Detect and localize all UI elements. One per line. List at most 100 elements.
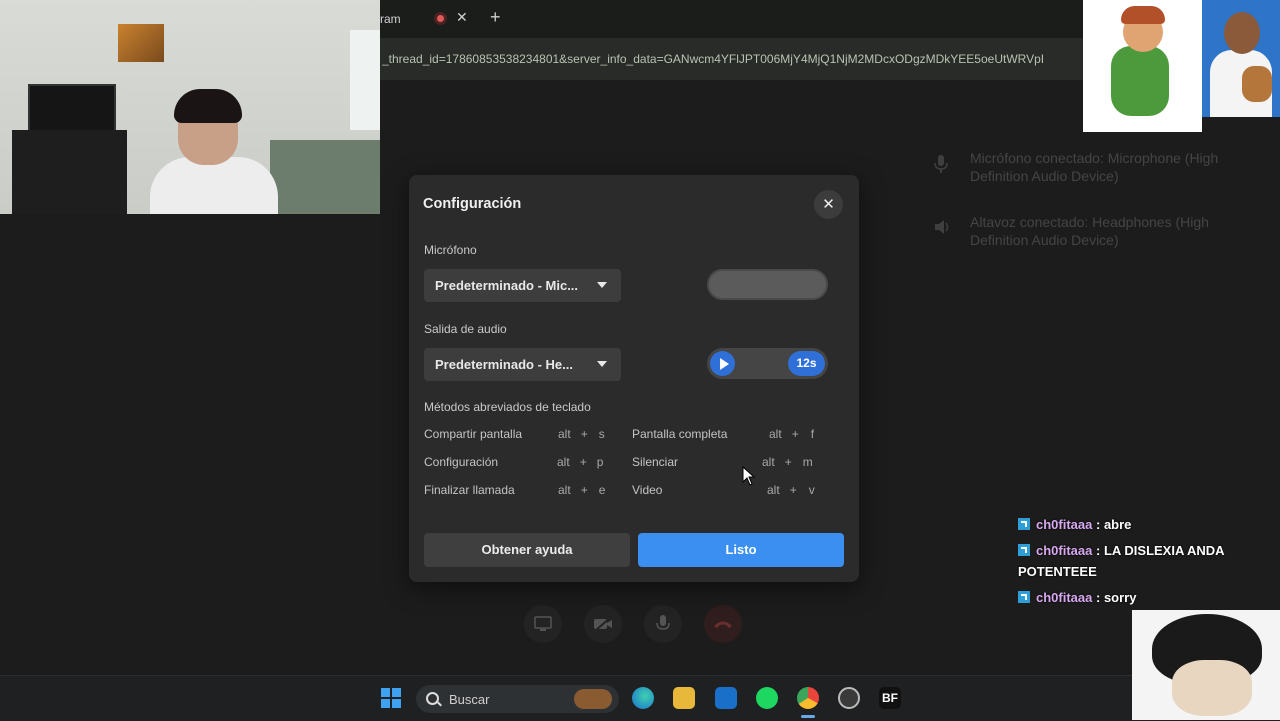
- webcam-person: [150, 89, 280, 214]
- key-char: m: [802, 455, 813, 469]
- key-mod: alt: [769, 427, 782, 441]
- close-icon[interactable]: ✕: [814, 190, 843, 219]
- chat-message: ch0fitaaa : LA DISLEXIA ANDA POTENTEEE: [1018, 540, 1258, 582]
- url-text[interactable]: _thread_id=17860853538234801&server_info…: [382, 52, 1082, 66]
- chrome-icon[interactable]: [797, 687, 819, 709]
- taskbar: Buscar BF: [0, 675, 1280, 721]
- outlook-icon[interactable]: [715, 687, 737, 709]
- chat-separator: :: [1092, 517, 1104, 532]
- chat-badge-icon: [1018, 518, 1030, 530]
- search-icon: [426, 692, 439, 705]
- shortcut-keys: alt + p: [557, 455, 603, 469]
- file-explorer-icon[interactable]: [673, 687, 695, 709]
- start-button[interactable]: [381, 688, 401, 708]
- bf-app-icon[interactable]: BF: [879, 687, 901, 709]
- chat-username: ch0fitaaa: [1036, 590, 1093, 605]
- obs-icon[interactable]: [838, 687, 860, 709]
- key-char: v: [808, 483, 815, 497]
- shortcut-keys: alt + s: [558, 427, 605, 441]
- shortcut-label: Silenciar: [632, 455, 679, 469]
- chat-message: ch0fitaaa : abre: [1018, 514, 1258, 535]
- edge-icon[interactable]: [632, 687, 654, 709]
- shortcut-keys: alt + e: [558, 483, 605, 497]
- key-plus: +: [579, 455, 587, 469]
- notification-speaker-text: Altavoz conectado: Headphones (High Defi…: [970, 214, 1209, 248]
- mic-level-meter: [707, 269, 828, 300]
- webcam-bed: [270, 140, 380, 214]
- shortcut-label: Pantalla completa: [632, 427, 728, 441]
- chat-separator: :: [1092, 543, 1104, 558]
- mic-select[interactable]: Predeterminado - Mic...: [424, 269, 621, 302]
- mic-select-value: Predeterminado - Mic...: [435, 278, 579, 293]
- key-char: s: [598, 427, 605, 441]
- browser-tabbar: ram ✕ +: [380, 0, 1083, 38]
- mic-section-label: Micrófono: [424, 243, 477, 257]
- sticker-hunchback: [1083, 0, 1202, 132]
- mute-button[interactable]: [644, 605, 682, 643]
- shortcut-label: Compartir pantalla: [424, 427, 523, 441]
- address-bar[interactable]: _thread_id=17860853538234801&server_info…: [380, 38, 1083, 80]
- notification-speaker: Altavoz conectado: Headphones (High Defi…: [916, 213, 1256, 249]
- new-tab-button[interactable]: +: [490, 7, 501, 28]
- microphone-button-icon: [656, 615, 670, 630]
- key-plus: +: [789, 483, 797, 497]
- shortcut-keys: alt + f: [769, 427, 814, 441]
- key-mod: alt: [558, 483, 571, 497]
- mouse-cursor-icon: [742, 466, 756, 486]
- chat-message: ch0fitaaa : sorry: [1018, 587, 1258, 608]
- key-plus: +: [580, 483, 588, 497]
- play-button[interactable]: [710, 351, 735, 376]
- output-section-label: Salida de audio: [424, 322, 507, 336]
- camera-off-button[interactable]: [584, 605, 622, 643]
- shortcuts-section-label: Métodos abreviados de teclado: [424, 400, 591, 414]
- taskbar-search[interactable]: Buscar: [416, 685, 619, 713]
- spotify-icon[interactable]: [756, 687, 778, 709]
- chat-badge-icon: [1018, 591, 1030, 603]
- done-button[interactable]: Listo: [638, 533, 844, 567]
- end-call-button[interactable]: [704, 605, 742, 643]
- output-select-value: Predeterminado - He...: [435, 357, 573, 372]
- output-select[interactable]: Predeterminado - He...: [424, 348, 621, 381]
- chat-separator: :: [1092, 590, 1104, 605]
- active-app-indicator: [801, 715, 815, 718]
- shortcut-keys: alt + m: [762, 455, 813, 469]
- sticker-doctor: [1202, 0, 1280, 117]
- play-icon: [720, 358, 729, 370]
- key-char: e: [598, 483, 606, 497]
- webcam-furniture: [12, 130, 127, 214]
- key-mod: alt: [558, 427, 571, 441]
- chevron-down-icon: [597, 361, 607, 367]
- speaker-icon: [934, 219, 952, 237]
- test-duration: 12s: [788, 351, 825, 376]
- notification-mic: Micrófono conectado: Microphone (High De…: [916, 149, 1256, 185]
- sticker-character: [1132, 610, 1280, 720]
- end-call-icon: [714, 621, 732, 628]
- webcam-painting: [118, 24, 164, 62]
- webcam-overlay: [0, 0, 380, 214]
- notification-mic-text: Micrófono conectado: Microphone (High De…: [970, 150, 1219, 184]
- chat-text: sorry: [1103, 590, 1137, 605]
- key-plus: +: [580, 427, 588, 441]
- shortcut-keys: alt + v: [767, 483, 815, 497]
- browser-tab[interactable]: ram: [380, 0, 401, 38]
- key-plus: +: [791, 427, 799, 441]
- tab-title: ram: [380, 12, 401, 26]
- settings-dialog: Configuración ✕ Micrófono Predeterminado…: [409, 175, 859, 582]
- tab-close-icon[interactable]: ✕: [456, 9, 468, 26]
- stream-chat: ch0fitaaa : abre ch0fitaaa : LA DISLEXIA…: [1018, 514, 1258, 613]
- shortcut-label: Finalizar llamada: [424, 483, 515, 497]
- left-background: [0, 214, 380, 675]
- shortcut-label: Video: [632, 483, 663, 497]
- key-mod: alt: [762, 455, 775, 469]
- chat-username: ch0fitaaa: [1036, 517, 1093, 532]
- share-screen-icon: [534, 616, 552, 631]
- help-button[interactable]: Obtener ayuda: [424, 533, 630, 567]
- key-mod: alt: [767, 483, 780, 497]
- key-char: p: [596, 455, 604, 469]
- key-char: f: [810, 427, 815, 441]
- share-screen-button[interactable]: [524, 605, 562, 643]
- speaker-test-player: 12s: [707, 348, 828, 379]
- microphone-icon: [934, 155, 952, 173]
- webcam-window: [350, 30, 380, 130]
- recording-icon: [434, 12, 447, 25]
